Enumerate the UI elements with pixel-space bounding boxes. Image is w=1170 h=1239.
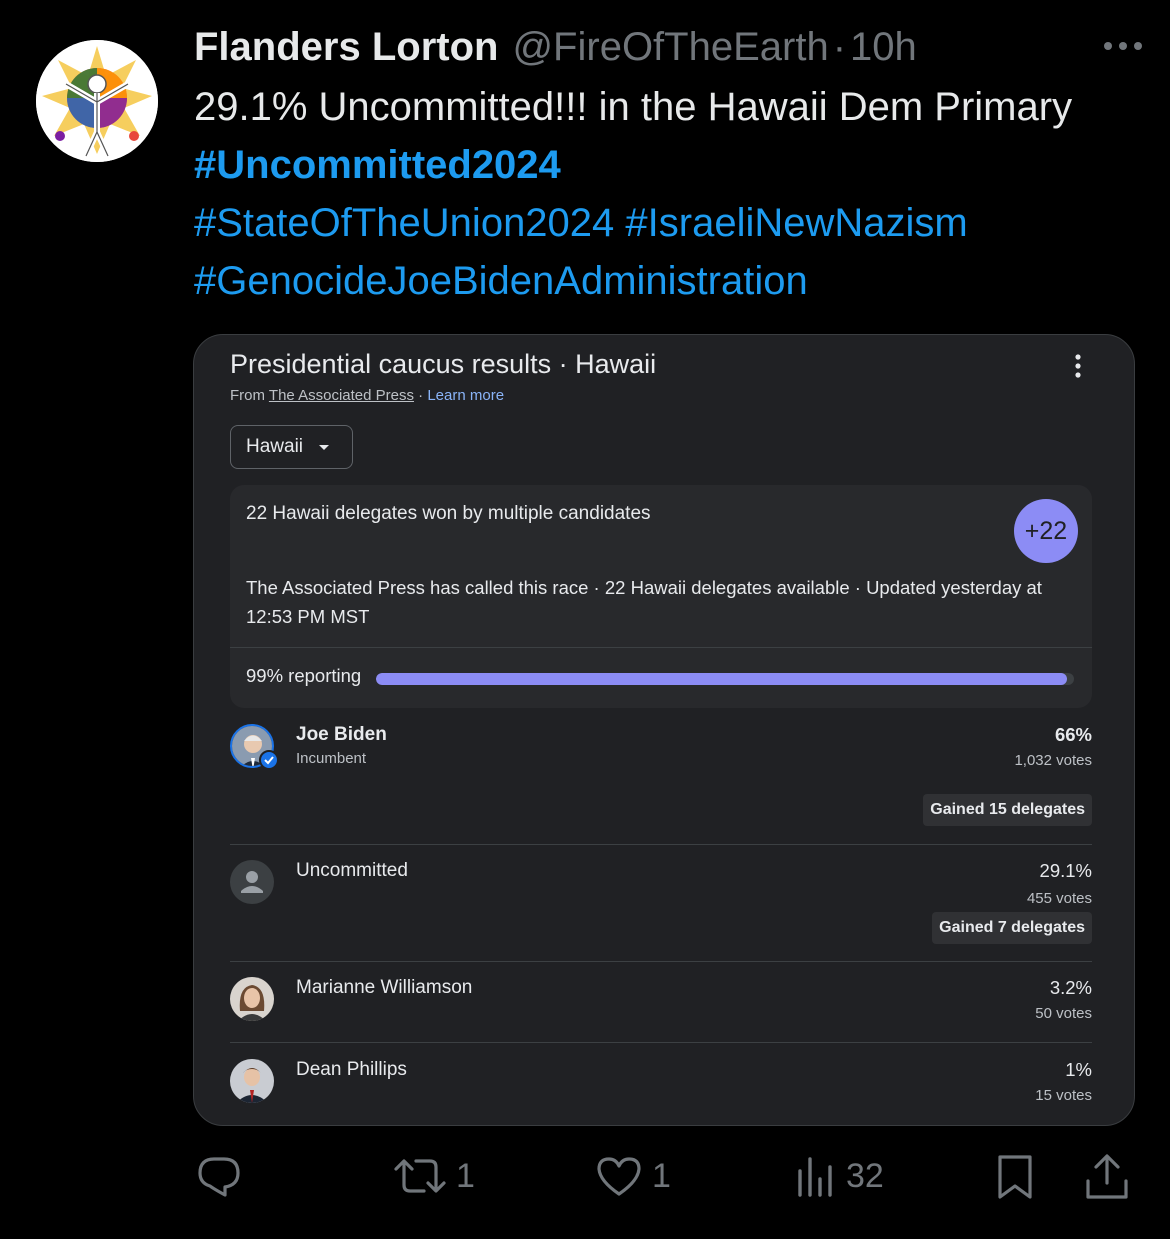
tweet-header: Flanders Lorton @FireOfTheEarth · 10h (194, 24, 1130, 70)
candidate-percent: 1% (1065, 1059, 1092, 1080)
delegates-gained-chip: Gained 7 delegates (932, 912, 1092, 944)
learn-more-link[interactable]: Learn more (427, 387, 504, 404)
row-divider (230, 844, 1092, 845)
candidate-percent: 29.1% (1039, 860, 1092, 881)
row-divider (230, 961, 1092, 962)
candidate-percent: 66% (1054, 724, 1092, 745)
source-separator: · (413, 387, 428, 404)
summary-heading: 22 Hawaii delegates won by multiple cand… (246, 503, 651, 524)
views-chart-icon (798, 1157, 832, 1197)
summary-divider (230, 647, 1092, 648)
candidate-percent: 3.2% (1049, 977, 1092, 998)
more-options-icon[interactable] (1098, 26, 1148, 66)
candidate-photo-phillips (230, 1059, 274, 1103)
tweet-body: 29.1% Uncommitted!!! in the Hawaii Dem P… (194, 85, 1073, 129)
hashtag-uncommitted[interactable]: #Uncommitted2024 (194, 143, 561, 187)
tweet-text: 29.1% Uncommitted!!! in the Hawaii Dem P… (194, 78, 1144, 310)
verified-check-icon (259, 750, 279, 770)
reporting-bar-fill (376, 673, 1068, 685)
source-prefix: From (230, 387, 269, 404)
candidate-votes: 455 votes (1026, 890, 1092, 907)
author-name[interactable]: Flanders Lorton (194, 25, 498, 70)
candidate-votes: 50 votes (1035, 1005, 1092, 1022)
reporting-bar (376, 673, 1074, 685)
views-count: 32 (846, 1156, 884, 1195)
tweet-actions: 1 1 32 (0, 1148, 1170, 1208)
region-select-value: Hawaii (246, 436, 304, 457)
card-source: From The Associated Press · Learn more (230, 387, 504, 404)
candidate-name: Joe Biden (296, 724, 387, 745)
bookmark-button[interactable] (992, 1148, 1038, 1204)
delegates-gained-chip: Gained 15 delegates (923, 794, 1092, 826)
share-button[interactable] (1082, 1148, 1132, 1204)
results-card[interactable]: Presidential caucus results · Hawaii Fro… (193, 334, 1135, 1126)
heart-icon (597, 1157, 641, 1196)
candidate-name: Marianne Williamson (296, 977, 473, 998)
bookmark-icon (998, 1155, 1032, 1199)
card-menu-icon[interactable] (1066, 351, 1090, 381)
retweet-count: 1 (456, 1156, 475, 1195)
author-handle[interactable]: @FireOfTheEarth (512, 25, 828, 70)
candidate-subtitle: Incumbent (296, 750, 367, 767)
candidate-row-williamson[interactable]: Marianne Williamson 3.2% 50 votes (230, 977, 1092, 1047)
hashtag-sotu[interactable]: #StateOfTheUnion2024 (194, 201, 614, 245)
tweet-time[interactable]: 10h (850, 25, 917, 70)
candidate-votes: 15 votes (1035, 1087, 1092, 1104)
candidate-name: Dean Phillips (296, 1059, 407, 1080)
reply-icon (198, 1157, 240, 1197)
reply-button[interactable] (194, 1148, 244, 1204)
reporting-label: 99% reporting (246, 665, 362, 686)
region-select[interactable]: Hawaii (230, 425, 353, 469)
caret-down-icon (319, 444, 330, 450)
summary-detail: The Associated Press has called this rac… (246, 577, 1042, 627)
card-title: Presidential caucus results · Hawaii (230, 349, 657, 379)
candidate-row-biden[interactable]: Joe Biden Incumbent 66% 1,032 votes Gain… (230, 724, 1092, 844)
candidate-row-phillips[interactable]: Dean Phillips 1% 15 votes (230, 1059, 1092, 1125)
header-separator: · (832, 24, 847, 69)
like-count: 1 (652, 1156, 671, 1195)
share-icon (1086, 1154, 1128, 1199)
retweet-button[interactable]: 1 (392, 1148, 475, 1204)
source-link[interactable]: The Associated Press (269, 387, 414, 404)
candidate-photo-williamson (230, 977, 274, 1021)
retweet-icon (394, 1159, 446, 1193)
race-summary: 22 Hawaii delegates won by multiple cand… (230, 485, 1092, 708)
author-avatar[interactable] (36, 40, 158, 162)
candidate-row-uncommitted[interactable]: Uncommitted 29.1% 455 votes Gained 7 del… (230, 860, 1092, 960)
candidate-votes: 1,032 votes (1014, 752, 1092, 769)
hashtag-genocide[interactable]: #GenocideJoeBidenAdministration (194, 259, 808, 303)
person-placeholder-icon (230, 860, 274, 904)
like-button[interactable]: 1 (594, 1148, 671, 1204)
row-divider (230, 1042, 1092, 1043)
views-button[interactable]: 32 (794, 1148, 884, 1204)
candidate-name: Uncommitted (296, 860, 408, 881)
delegate-badge: +22 (1014, 499, 1078, 563)
hashtag-israeli[interactable]: #IsraeliNewNazism (625, 201, 967, 245)
